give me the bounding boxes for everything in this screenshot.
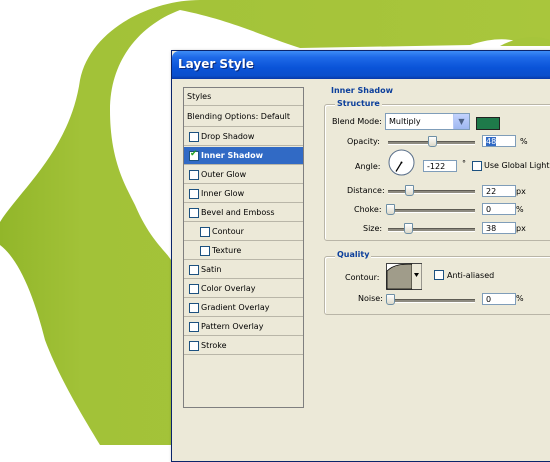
style-checkbox[interactable] — [189, 265, 199, 275]
checkmark-icon: ✔ — [190, 149, 198, 159]
style-item-label: Outer Glow — [201, 170, 247, 179]
distance-slider-thumb[interactable] — [405, 185, 414, 196]
opacity-value: 48 — [486, 137, 497, 146]
contour-label: Contour: — [345, 273, 380, 282]
style-item-label: Contour — [212, 227, 244, 236]
blending-options-item[interactable]: Blending Options: Default — [184, 107, 303, 127]
style-checkbox[interactable] — [189, 341, 199, 351]
noise-label: Noise: — [358, 294, 383, 303]
choke-slider-thumb[interactable] — [386, 204, 395, 215]
style-item-label: Bevel and Emboss — [201, 208, 275, 217]
angle-input[interactable]: -122 — [423, 160, 457, 172]
style-item-inner-glow[interactable]: Inner Glow — [184, 185, 303, 203]
distance-unit: px — [516, 187, 526, 196]
title-bar[interactable]: Layer Style — [172, 51, 550, 79]
structure-title: Structure — [335, 99, 382, 108]
choke-label: Choke: — [354, 205, 382, 214]
style-checkbox[interactable] — [189, 322, 199, 332]
choke-slider[interactable] — [388, 209, 475, 213]
style-checkbox[interactable]: ✔ — [189, 149, 199, 161]
opacity-input[interactable]: 48 — [482, 135, 516, 147]
distance-slider[interactable] — [388, 190, 475, 194]
window-title: Layer Style — [178, 57, 254, 71]
shadow-color-swatch[interactable] — [476, 117, 500, 130]
size-label: Size: — [363, 224, 383, 233]
style-item-label: Stroke — [201, 341, 227, 350]
anti-aliased-label: Anti-aliased — [447, 271, 495, 280]
blend-mode-label: Blend Mode: — [332, 117, 382, 126]
size-slider[interactable] — [388, 228, 475, 232]
distance-value: 22 — [486, 187, 497, 196]
noise-slider-thumb[interactable] — [386, 294, 395, 305]
style-item-stroke[interactable]: Stroke — [184, 337, 303, 355]
distance-input[interactable]: 22 — [482, 185, 516, 197]
noise-input[interactable]: 0 — [482, 293, 516, 305]
choke-input[interactable]: 0 — [482, 203, 516, 215]
angle-label: Angle: — [355, 162, 381, 171]
style-item-label: Gradient Overlay — [201, 303, 270, 312]
style-checkbox[interactable] — [189, 303, 199, 313]
style-checkbox[interactable] — [189, 189, 199, 199]
style-checkbox[interactable] — [200, 246, 210, 256]
noise-value: 0 — [486, 295, 492, 304]
size-unit: px — [516, 224, 526, 233]
style-checkbox[interactable] — [189, 132, 199, 142]
style-checkbox[interactable] — [189, 284, 199, 294]
styles-header-label: Styles — [187, 92, 212, 101]
styles-list: Styles Blending Options: Default Drop Sh… — [183, 87, 304, 408]
style-item-label: Inner Shadow — [201, 151, 263, 160]
opacity-unit: % — [520, 137, 528, 146]
layer-style-dialog: Layer Style Styles Blending Options: Def… — [171, 50, 550, 462]
blend-mode-value: Multiply — [389, 117, 421, 126]
anti-aliased-checkbox[interactable] — [434, 270, 444, 280]
style-item-color-overlay[interactable]: Color Overlay — [184, 280, 303, 298]
opacity-slider-thumb[interactable] — [428, 136, 437, 147]
distance-label: Distance: — [347, 186, 385, 195]
styles-header[interactable]: Styles — [184, 88, 303, 106]
style-item-texture[interactable]: Texture — [184, 242, 303, 260]
size-slider-thumb[interactable] — [404, 223, 413, 234]
style-checkbox[interactable] — [189, 208, 199, 218]
chevron-down-icon: ▼ — [453, 114, 469, 129]
angle-unit: ° — [462, 159, 466, 168]
inner-shadow-title: Inner Shadow — [331, 86, 393, 95]
style-item-bevel-and-emboss[interactable]: Bevel and Emboss — [184, 204, 303, 222]
style-item-label: Satin — [201, 265, 222, 274]
use-global-light-checkbox[interactable] — [472, 161, 482, 171]
use-global-light-label: Use Global Light — [484, 161, 550, 170]
style-checkbox[interactable] — [200, 227, 210, 237]
size-input[interactable]: 38 — [482, 222, 516, 234]
noise-unit: % — [516, 294, 524, 303]
style-item-contour[interactable]: Contour — [184, 223, 303, 241]
quality-title: Quality — [335, 250, 372, 259]
size-value: 38 — [486, 224, 497, 233]
style-item-pattern-overlay[interactable]: Pattern Overlay — [184, 318, 303, 336]
opacity-label: Opacity: — [347, 137, 380, 146]
blending-options-label: Blending Options: Default — [187, 112, 291, 121]
style-item-label: Texture — [212, 246, 242, 255]
style-item-label: Pattern Overlay — [201, 322, 264, 331]
style-item-drop-shadow[interactable]: Drop Shadow — [184, 128, 303, 146]
style-item-label: Inner Glow — [201, 189, 245, 198]
noise-slider[interactable] — [388, 299, 475, 303]
style-item-inner-shadow[interactable]: ✔ Inner Shadow — [184, 147, 303, 165]
angle-dial[interactable] — [388, 149, 415, 176]
blend-mode-select[interactable]: Multiply ▼ — [385, 113, 470, 130]
style-item-gradient-overlay[interactable]: Gradient Overlay — [184, 299, 303, 317]
choke-unit: % — [516, 205, 524, 214]
choke-value: 0 — [486, 205, 492, 214]
contour-picker[interactable] — [386, 263, 422, 290]
quality-group — [324, 256, 550, 315]
style-checkbox[interactable] — [189, 170, 199, 180]
angle-value: -122 — [427, 162, 446, 171]
style-item-outer-glow[interactable]: Outer Glow — [184, 166, 303, 184]
style-item-label: Color Overlay — [201, 284, 256, 293]
style-item-label: Drop Shadow — [201, 132, 255, 141]
style-item-satin[interactable]: Satin — [184, 261, 303, 279]
